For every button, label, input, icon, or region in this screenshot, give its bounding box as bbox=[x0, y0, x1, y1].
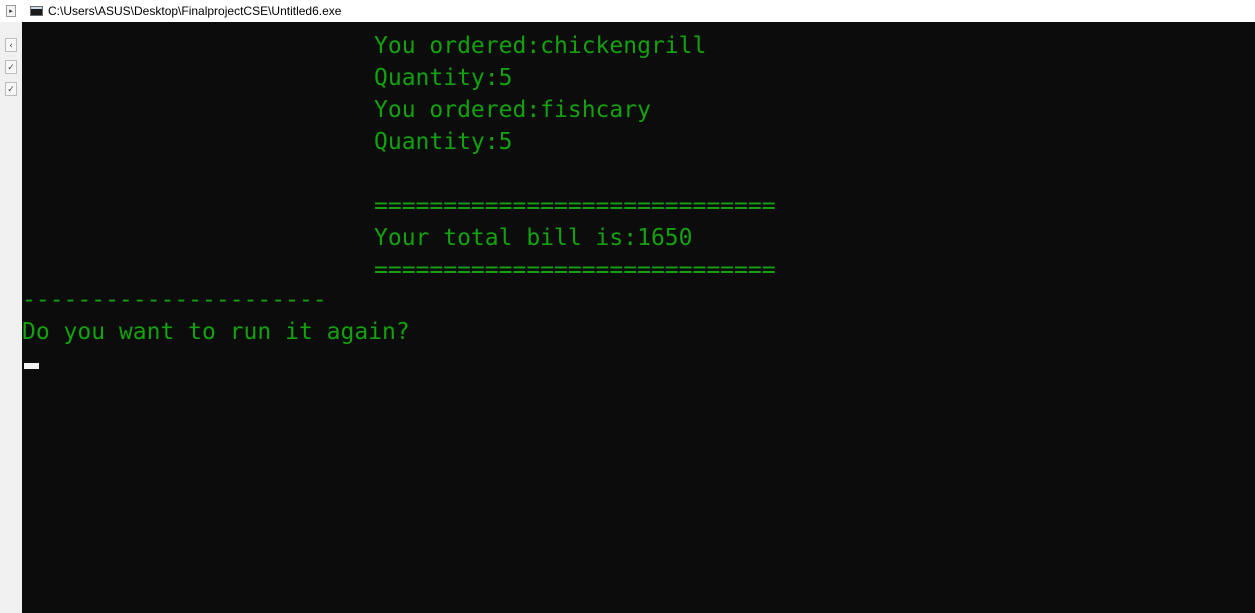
total-bill-line: Your total bill is:1650 bbox=[374, 225, 693, 251]
quantity-line-1: Quantity:5 bbox=[374, 65, 513, 91]
console-window: ‹ ✓ ✓ ▸ C:\Users\ASUS\Desktop\Finalproje… bbox=[0, 0, 1255, 613]
title-bar[interactable]: ▸ C:\Users\ASUS\Desktop\FinalprojectCSE\… bbox=[0, 0, 1255, 22]
run-again-prompt: Do you want to run it again? bbox=[22, 319, 410, 345]
quantity-line-2: Quantity:5 bbox=[374, 129, 513, 155]
order-line-1: You ordered:chickengrill bbox=[374, 33, 707, 59]
gutter-scroll-button[interactable]: ‹ bbox=[5, 38, 17, 52]
console-app-icon bbox=[30, 6, 43, 16]
expand-arrow-icon[interactable]: ▸ bbox=[6, 5, 16, 17]
separator-bottom: ============================= bbox=[374, 257, 776, 283]
gutter-check-button[interactable]: ✓ bbox=[5, 60, 17, 74]
text-cursor bbox=[24, 363, 39, 369]
left-gutter: ‹ ✓ ✓ bbox=[0, 0, 23, 613]
gutter-check-button-2[interactable]: ✓ bbox=[5, 82, 17, 96]
window-title: C:\Users\ASUS\Desktop\FinalprojectCSE\Un… bbox=[48, 4, 342, 18]
separator-top: ============================= bbox=[374, 193, 776, 219]
order-line-2: You ordered:fishcary bbox=[374, 97, 651, 123]
console-output-area[interactable]: You ordered:chickengrill Quantity:5 You … bbox=[22, 22, 1255, 613]
dash-divider: ---------------------- bbox=[22, 287, 327, 313]
